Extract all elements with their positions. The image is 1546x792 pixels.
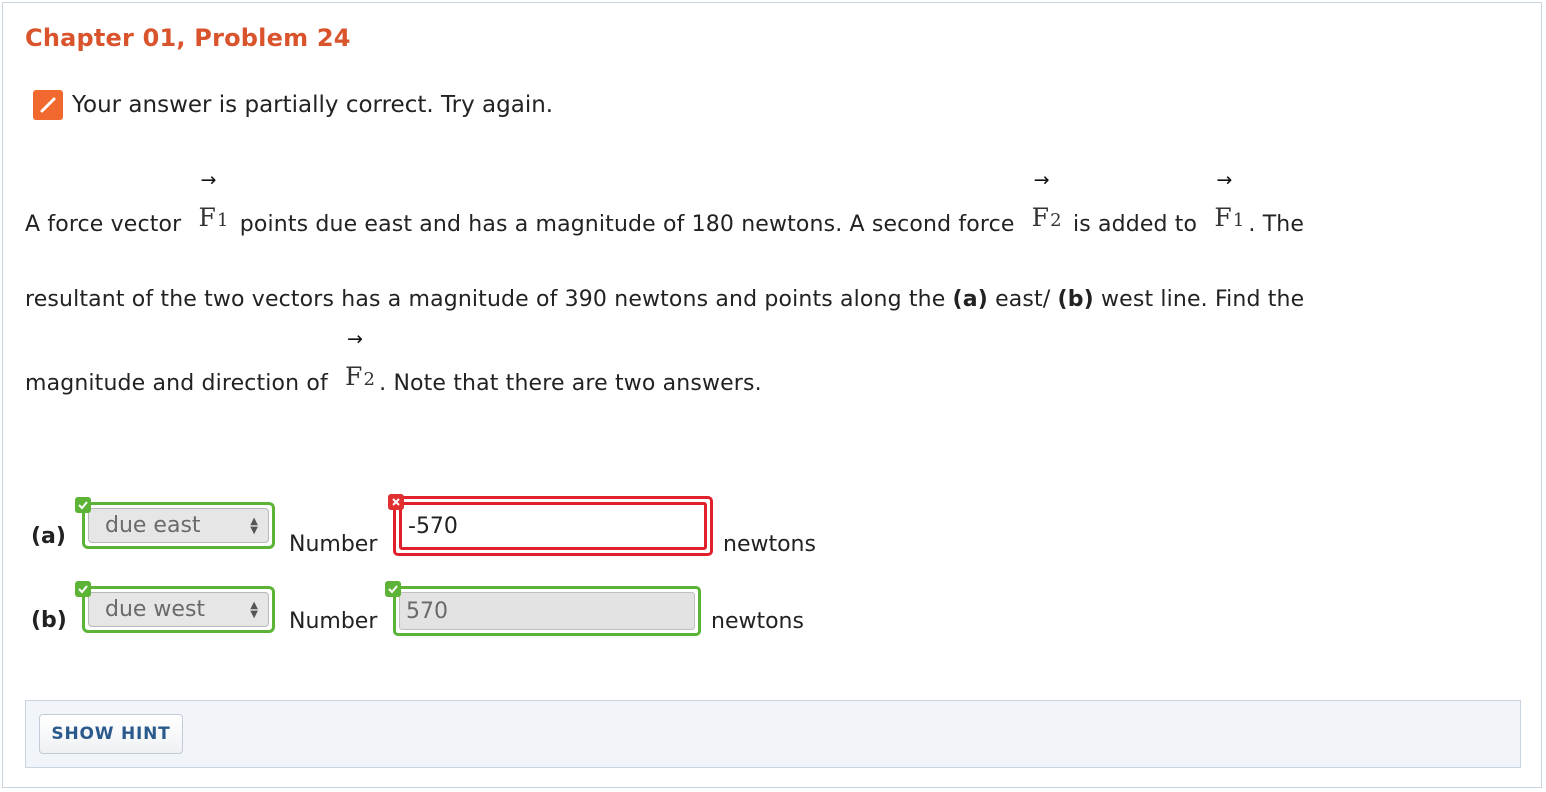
number-input-b[interactable]: 570 [393,586,701,636]
part-a-ref: (a) [952,287,988,312]
number-label-a: Number [289,532,378,557]
vector-f2: → F2 [345,328,376,391]
problem-text: A force vector [25,212,182,237]
number-value-b[interactable]: 570 [399,592,695,630]
status-message: Your answer is partially correct. Try ag… [33,90,553,120]
direction-value-b: due west [105,597,206,622]
vector-arrow-icon: → [200,169,217,191]
problem-text: . The [1248,212,1305,237]
unit-label-b: newtons [711,609,804,634]
problem-text: points due east and has a magnitude of 1… [239,212,1015,237]
part-b-label: (b) [31,608,67,633]
check-icon [385,581,401,597]
direction-select-b[interactable]: due west ▲ ▼ [82,586,275,633]
part-b-ref: (b) [1057,287,1094,312]
status-text: Your answer is partially correct. Try ag… [72,92,554,118]
problem-text: resultant of the two vectors has a magni… [25,287,946,312]
vector-f2: → F2 [1031,169,1062,232]
number-input-a[interactable]: -570 [393,496,713,556]
problem-line-3: magnitude and direction of → F2. Note tha… [25,328,762,396]
check-icon [75,497,91,513]
vector-arrow-icon: → [1216,169,1233,191]
problem-text: magnitude and direction of [25,371,328,396]
vector-arrow-icon: → [1033,169,1050,191]
select-arrows-icon: ▲ ▼ [250,515,258,536]
problem-text: . Note that there are two answers. [379,371,762,396]
unit-label-a: newtons [723,532,816,557]
problem-text: is added to [1072,212,1198,237]
vector-f1: → F1 [1214,169,1245,232]
problem-text: east/ [995,287,1051,312]
direction-select-a[interactable]: due east ▲ ▼ [82,502,275,549]
select-arrows-icon: ▲ ▼ [250,599,258,620]
number-label-b: Number [289,609,378,634]
part-a-label: (a) [31,524,66,549]
pencil-icon [33,90,63,120]
check-icon [75,581,91,597]
problem-line-2: resultant of the two vectors has a magni… [25,287,1304,312]
problem-line-1: A force vector → F1 points due east and h… [25,169,1305,237]
vector-f1: → F1 [198,169,229,232]
page-title: Chapter 01, Problem 24 [25,24,351,52]
error-x-icon [388,494,404,510]
show-hint-button[interactable]: SHOW HINT [39,714,183,754]
number-value-a[interactable]: -570 [399,502,707,550]
direction-value-a: due east [105,513,201,538]
hint-bar: SHOW HINT [25,700,1521,768]
problem-text: west line. Find the [1101,287,1305,312]
vector-arrow-icon: → [347,328,364,350]
